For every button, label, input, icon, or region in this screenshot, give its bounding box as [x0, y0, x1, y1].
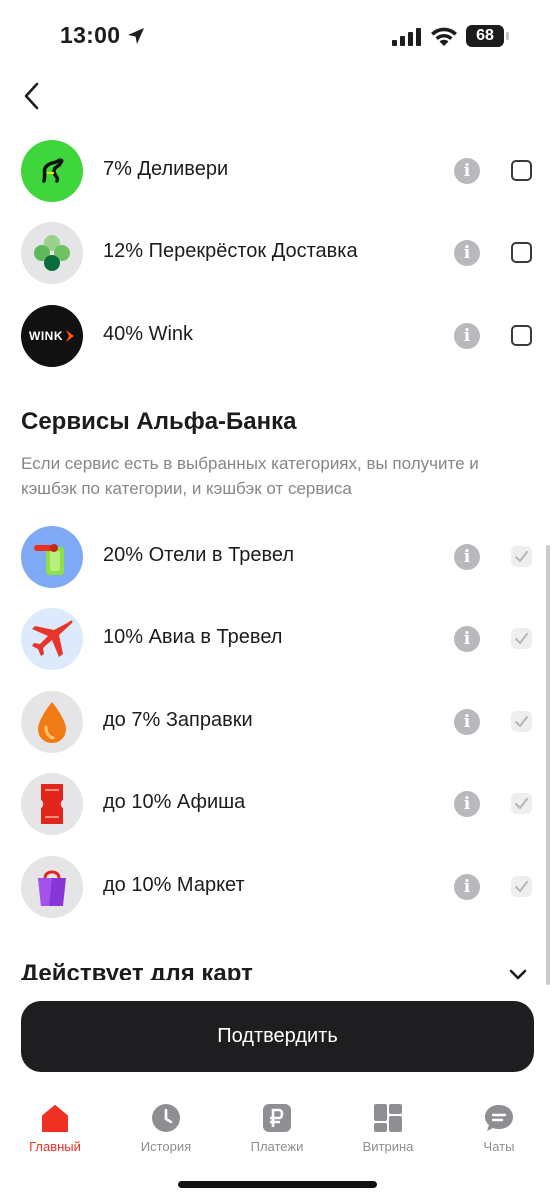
- offer-label: 7% Деливери: [103, 158, 229, 180]
- service-label: до 10% Афиша: [103, 791, 246, 813]
- info-icon[interactable]: i: [454, 158, 480, 184]
- tab-label: История: [140, 1139, 192, 1154]
- ruble-icon: [263, 1104, 291, 1132]
- service-checkbox: [511, 876, 532, 897]
- alfa-service-row-hotels[interactable]: 20% Отели в Тревел i: [0, 526, 555, 608]
- service-checkbox: [511, 546, 532, 567]
- wifi-icon: [431, 27, 457, 46]
- wink-logo-text: WINK: [29, 329, 63, 343]
- service-label: до 10% Маркет: [103, 874, 245, 896]
- tab-bar: Главный История Платежи Витрина Чаты: [0, 1088, 555, 1168]
- status-bar: 13:00 68: [0, 0, 555, 72]
- offer-checkbox[interactable]: [511, 242, 532, 263]
- tab-home[interactable]: Главный: [0, 1088, 110, 1158]
- hotel-door-icon: [21, 526, 83, 588]
- alfa-service-row-avia[interactable]: 10% Авиа в Тревел i: [0, 608, 555, 690]
- section-description: Если сервис есть в выбранных категориях,…: [21, 454, 479, 498]
- info-icon[interactable]: i: [454, 544, 480, 570]
- scrollbar[interactable]: [546, 545, 550, 985]
- location-arrow-icon: [128, 28, 144, 44]
- offer-label: 12% Перекрёсток Доставка: [103, 240, 358, 262]
- section-title: Сервисы Альфа-Банка: [21, 408, 297, 435]
- alfa-service-row-fuel[interactable]: до 7% Заправки i: [0, 691, 555, 773]
- service-checkbox: [511, 628, 532, 649]
- delivery-logo: [21, 140, 83, 202]
- shopping-bag-icon: [21, 856, 83, 918]
- chevron-down-icon[interactable]: [506, 962, 530, 986]
- service-checkbox: [511, 793, 532, 814]
- offer-checkbox[interactable]: [511, 160, 532, 181]
- service-checkbox: [511, 711, 532, 732]
- tab-chats[interactable]: Чаты: [444, 1088, 554, 1158]
- info-icon[interactable]: i: [454, 791, 480, 817]
- alfa-service-row-afisha[interactable]: до 10% Афиша i: [0, 773, 555, 855]
- offer-row-perekrestok[interactable]: 12% Перекрёсток Доставка i: [0, 222, 555, 304]
- battery-level: 68: [466, 25, 504, 47]
- back-button[interactable]: [14, 78, 50, 114]
- fuel-drop-icon: [21, 691, 83, 753]
- tab-label: Витрина: [362, 1139, 414, 1154]
- tab-showcase[interactable]: Витрина: [333, 1088, 443, 1158]
- alfa-service-row-market[interactable]: до 10% Маркет i: [0, 856, 555, 938]
- confirm-button[interactable]: Подтвердить: [21, 1001, 534, 1072]
- info-icon[interactable]: i: [454, 709, 480, 735]
- info-icon[interactable]: i: [454, 626, 480, 652]
- showcase-icon: [374, 1104, 402, 1132]
- status-time: 13:00: [60, 22, 121, 48]
- info-icon[interactable]: i: [454, 240, 480, 266]
- offer-label: 40% Wink: [103, 323, 194, 345]
- tab-payments[interactable]: Платежи: [222, 1088, 332, 1158]
- tab-label: Чаты: [483, 1139, 515, 1154]
- service-label: до 7% Заправки: [103, 709, 253, 731]
- info-icon[interactable]: i: [454, 874, 480, 900]
- offer-row-wink[interactable]: WINK 40% Wink i: [0, 305, 555, 387]
- perekrestok-logo: [21, 222, 83, 284]
- tab-label: Главный: [29, 1139, 81, 1154]
- tab-label: Платежи: [250, 1139, 304, 1154]
- cards-section-title[interactable]: Действует для карт: [21, 960, 253, 980]
- chat-icon: [485, 1105, 513, 1131]
- tab-history[interactable]: История: [111, 1088, 221, 1158]
- service-label: 20% Отели в Тревел: [103, 544, 294, 566]
- battery-indicator: 68: [466, 25, 510, 47]
- service-label: 10% Авиа в Тревел: [103, 626, 283, 648]
- offer-row-delivery[interactable]: 7% Деливери i: [0, 140, 555, 222]
- info-icon[interactable]: i: [454, 323, 480, 349]
- home-indicator[interactable]: [178, 1181, 377, 1188]
- clock-icon: [152, 1104, 180, 1132]
- home-icon: [42, 1105, 68, 1132]
- wink-logo: WINK: [21, 305, 83, 367]
- airplane-icon: [21, 608, 83, 670]
- ticket-icon: [21, 773, 83, 835]
- chevron-left-icon: [24, 82, 39, 110]
- offer-checkbox[interactable]: [511, 325, 532, 346]
- cellular-signal-icon: [392, 28, 421, 46]
